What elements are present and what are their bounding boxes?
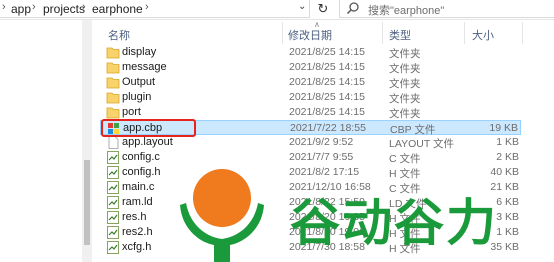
breadcrumb-item-app[interactable]: app xyxy=(11,2,31,16)
navigation-pane xyxy=(0,20,82,262)
file-row[interactable]: port 2021/8/25 14:15 文件夹 xyxy=(100,105,521,120)
refresh-icon[interactable]: ↻ xyxy=(312,0,334,18)
folder-icon xyxy=(106,106,120,119)
column-header-type[interactable]: 类型 xyxy=(389,27,411,43)
file-type: 文件夹 xyxy=(389,78,421,90)
file-date: 2021/8/25 14:15 xyxy=(289,61,365,73)
code-file-icon xyxy=(106,226,120,239)
file-name: xcfg.h xyxy=(122,241,152,253)
file-name: plugin xyxy=(122,91,152,103)
column-header-name[interactable]: 名称 xyxy=(108,27,130,43)
file-type: 文件夹 xyxy=(389,63,421,75)
file-name: Output xyxy=(122,76,156,88)
file-name: ram.ld xyxy=(122,196,153,208)
breadcrumb-separator-icon: › xyxy=(145,1,149,13)
file-row[interactable]: plugin 2021/8/25 14:15 文件夹 xyxy=(100,90,521,105)
file-type: 文件夹 xyxy=(389,108,421,120)
file-size: 6 KB xyxy=(496,196,519,208)
file-date: 2021/7/7 9:55 xyxy=(289,151,354,163)
column-divider[interactable] xyxy=(282,22,283,44)
search-input[interactable]: 搜索"earphone" xyxy=(339,0,554,18)
file-date: 2021/8/25 14:15 xyxy=(289,76,365,88)
code-file-icon xyxy=(106,181,120,194)
breadcrumb-item-earphone[interactable]: earphone xyxy=(92,2,143,16)
file-date: 2021/8/2 17:15 xyxy=(289,166,360,178)
file-row[interactable]: config.c 2021/7/7 9:55 C 文件 2 KB xyxy=(100,150,521,165)
breadcrumb-separator-icon: › xyxy=(82,1,86,13)
code-file-icon xyxy=(106,196,120,209)
file-size: 3 KB xyxy=(496,211,519,223)
address-bar: › app › projects › earphone › ⌄ ↻ 搜索"ear… xyxy=(0,0,554,20)
column-headers: ∧ 名称 修改日期 类型 大小 xyxy=(92,20,554,46)
file-name: config.c xyxy=(122,151,160,163)
file-type: C 文件 xyxy=(389,153,421,165)
file-row[interactable]: display 2021/8/25 14:15 文件夹 xyxy=(100,45,521,60)
file-name: res2.h xyxy=(122,226,153,238)
nav-scrollbar-thumb[interactable] xyxy=(84,160,90,245)
column-divider[interactable] xyxy=(464,22,465,44)
file-date: 2021/7/22 18:55 xyxy=(290,122,366,134)
file-size: 1 KB xyxy=(496,136,519,148)
breadcrumb-separator-icon: › xyxy=(2,1,6,13)
annotation-highlight-box xyxy=(101,119,196,137)
file-row[interactable]: Output 2021/8/25 14:15 文件夹 xyxy=(100,75,521,90)
file-size: 40 KB xyxy=(490,166,519,178)
chevron-down-icon[interactable]: ⌄ xyxy=(298,1,306,12)
folder-icon xyxy=(106,76,120,89)
watermark-logo-icon xyxy=(180,169,264,262)
search-placeholder: 搜索"earphone" xyxy=(368,5,445,17)
file-type: LAYOUT 文件 xyxy=(389,138,454,150)
file-name: port xyxy=(122,106,141,118)
file-date: 2021/8/25 14:15 xyxy=(289,46,365,58)
file-type: H 文件 xyxy=(389,168,421,180)
file-size: 1 KB xyxy=(496,226,519,238)
folder-icon xyxy=(106,91,120,104)
code-file-icon xyxy=(106,211,120,224)
watermark-text: 谷动谷力 xyxy=(290,194,498,252)
file-size: 2 KB xyxy=(496,151,519,163)
breadcrumb[interactable]: › app › projects › earphone › ⌄ xyxy=(0,0,310,18)
folder-icon xyxy=(106,61,120,74)
file-row[interactable]: config.h 2021/8/2 17:15 H 文件 40 KB xyxy=(100,165,521,180)
file-size: 19 KB xyxy=(489,122,518,134)
blank-file-icon xyxy=(106,136,120,149)
column-divider[interactable] xyxy=(522,22,523,44)
code-file-icon xyxy=(106,166,120,179)
code-file-icon xyxy=(106,241,120,254)
column-header-size[interactable]: 大小 xyxy=(472,27,494,43)
file-row[interactable]: message 2021/8/25 14:15 文件夹 xyxy=(100,60,521,75)
file-date: 2021/8/25 14:15 xyxy=(289,91,365,103)
column-divider[interactable] xyxy=(382,22,383,44)
file-name: display xyxy=(122,46,157,58)
folder-icon xyxy=(106,46,120,59)
breadcrumb-item-projects[interactable]: projects xyxy=(43,2,85,16)
breadcrumb-separator-icon: › xyxy=(32,1,36,13)
file-name: main.c xyxy=(122,181,155,193)
code-file-icon xyxy=(106,151,120,164)
file-name: res.h xyxy=(122,211,147,223)
column-header-date[interactable]: 修改日期 xyxy=(288,27,332,43)
file-row[interactable]: app.layout 2021/9/2 9:52 LAYOUT 文件 1 KB xyxy=(100,135,521,150)
file-date: 2021/8/25 14:15 xyxy=(289,106,365,118)
file-name: message xyxy=(122,61,167,73)
file-type: 文件夹 xyxy=(389,48,421,60)
search-icon xyxy=(346,2,359,15)
file-date: 2021/9/2 9:52 xyxy=(289,136,354,148)
file-name: config.h xyxy=(122,166,161,178)
file-name: app.layout xyxy=(122,136,173,148)
file-type: 文件夹 xyxy=(389,93,421,105)
